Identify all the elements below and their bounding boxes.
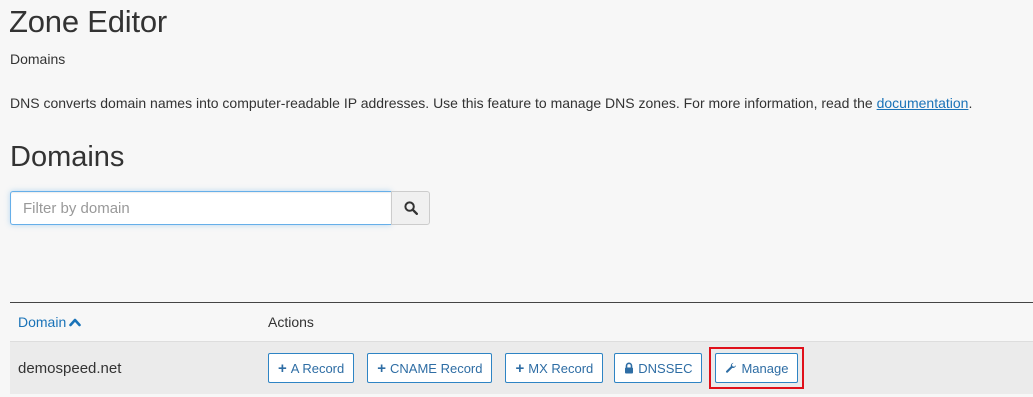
- table-header: Domain Actions: [10, 303, 1033, 342]
- mx-record-label: MX Record: [528, 360, 594, 376]
- domains-table: Domain Actions demospeed.net + A Record …: [10, 302, 1033, 394]
- cname-record-label: CNAME Record: [390, 360, 483, 376]
- page-description: DNS converts domain names into computer-…: [10, 95, 972, 111]
- description-text: DNS converts domain names into computer-…: [10, 95, 877, 111]
- page-title: Zone Editor: [9, 4, 168, 39]
- dnssec-label: DNSSEC: [638, 360, 693, 376]
- chevron-up-icon: [69, 318, 82, 327]
- add-cname-record-button[interactable]: + CNAME Record: [367, 353, 493, 383]
- row-actions: + A Record + CNAME Record + MX Record DN…: [268, 347, 805, 389]
- description-suffix: .: [968, 95, 973, 111]
- table-row: demospeed.net + A Record + CNAME Record …: [10, 342, 1033, 394]
- plus-icon: +: [377, 359, 387, 377]
- plus-icon: +: [278, 359, 287, 377]
- search-icon: [403, 201, 418, 215]
- add-a-record-button[interactable]: + A Record: [268, 353, 355, 383]
- manage-button[interactable]: Manage: [715, 353, 799, 383]
- manage-highlight: Manage: [709, 347, 805, 389]
- add-mx-record-button[interactable]: + MX Record: [505, 353, 604, 383]
- a-record-label: A Record: [290, 360, 345, 376]
- breadcrumb: Domains: [10, 51, 66, 67]
- domain-search: [10, 191, 430, 225]
- column-header-actions: Actions: [268, 314, 314, 330]
- column-header-domain[interactable]: Domain: [10, 314, 268, 330]
- dnssec-button[interactable]: DNSSEC: [614, 353, 703, 383]
- manage-label: Manage: [741, 360, 789, 376]
- lock-icon: [625, 362, 634, 374]
- search-button[interactable]: [391, 191, 430, 225]
- wrench-icon: [726, 362, 737, 373]
- search-input[interactable]: [10, 191, 391, 225]
- column-header-domain-label: Domain: [18, 314, 67, 330]
- documentation-link[interactable]: documentation: [877, 95, 969, 111]
- plus-icon: +: [515, 359, 525, 377]
- domain-cell: demospeed.net: [18, 359, 122, 377]
- section-title: Domains: [10, 141, 125, 173]
